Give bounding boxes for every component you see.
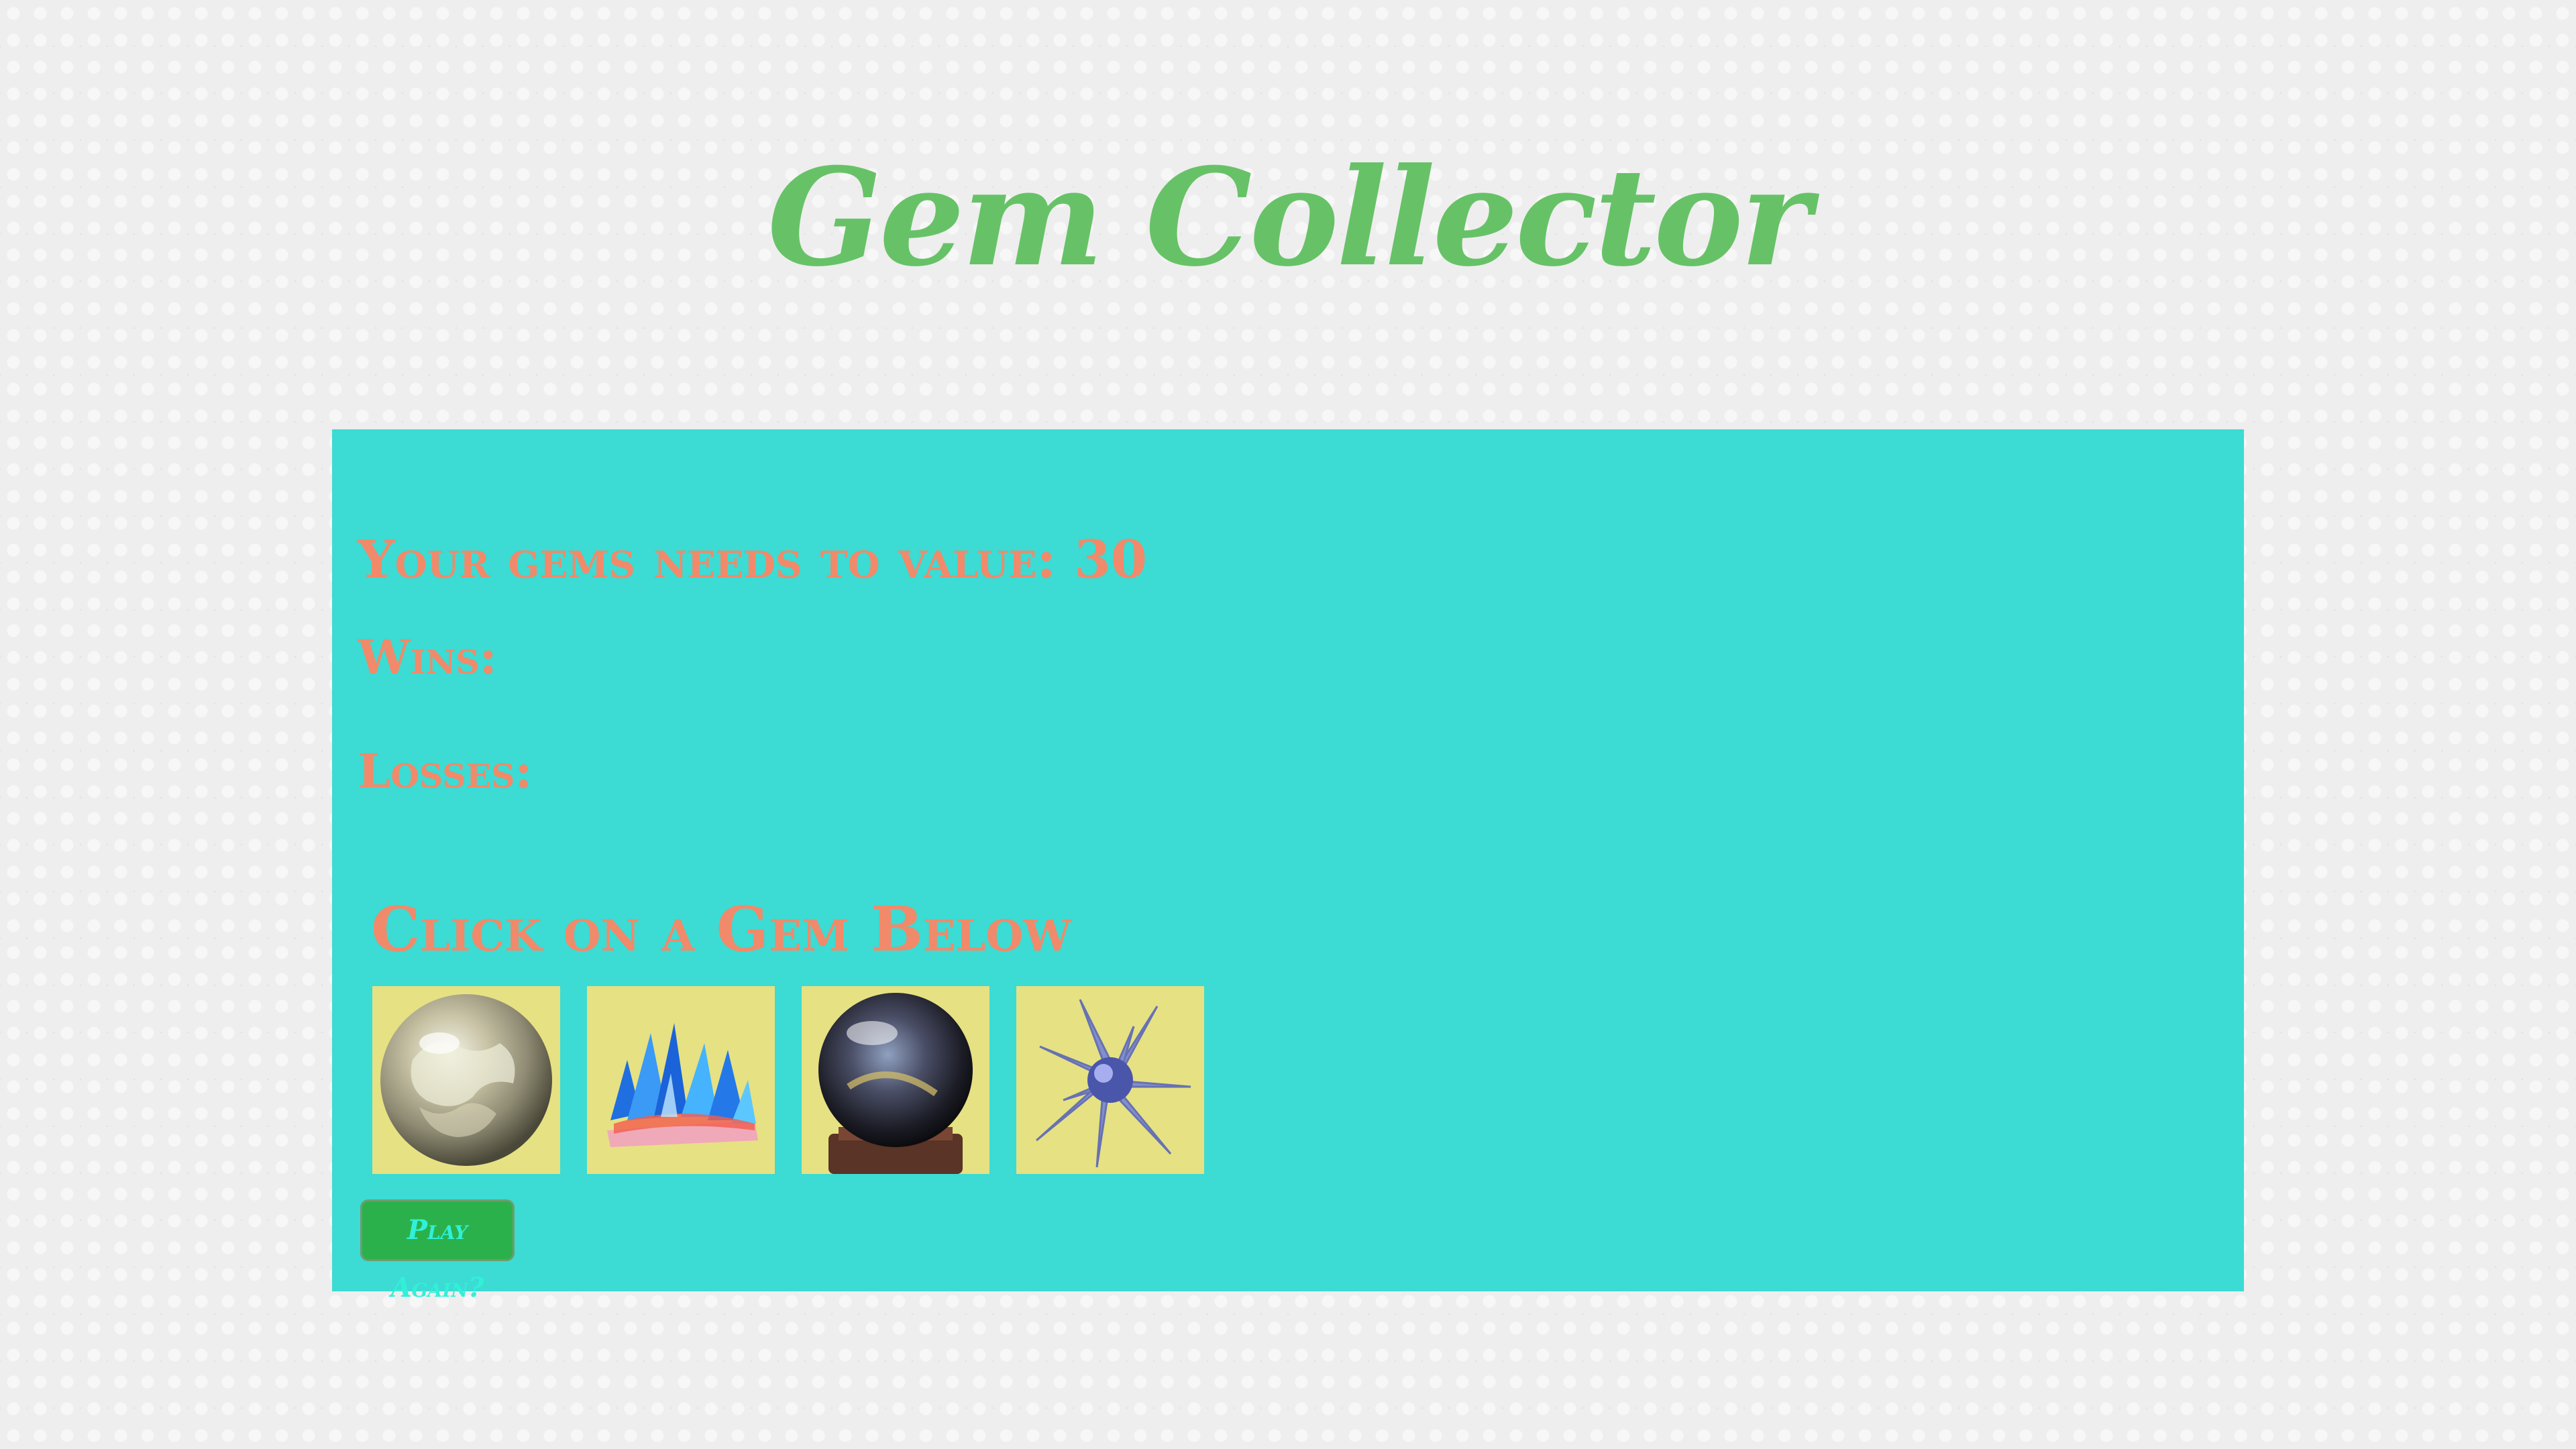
gem-button-1[interactable] <box>372 986 560 1174</box>
gem-button-3[interactable] <box>802 986 989 1174</box>
wins-label: Wins: <box>358 629 497 685</box>
gem-button-2[interactable] <box>587 986 775 1174</box>
gem-button-4[interactable] <box>1016 986 1204 1174</box>
losses-label: Losses: <box>358 743 533 799</box>
play-again-button[interactable]: Play Again? <box>360 1199 515 1303</box>
target-score-label: Your gems needs to value: 30 <box>358 529 1147 590</box>
game-panel: Your gems needs to value: 30 Wins: Losse… <box>332 429 2244 1303</box>
blue-spiky-cluster-gem-icon <box>1035 999 1191 1168</box>
crystal-ball-gem-icon <box>818 993 973 1174</box>
gem-instructions: Click on a Gem Below <box>371 893 1072 965</box>
silver-sphere-gem-icon <box>380 994 552 1166</box>
page-title: Gem Collector <box>767 139 1811 297</box>
blue-crystal-cluster-gem-icon <box>607 1023 758 1147</box>
gem-row <box>372 986 1204 1174</box>
